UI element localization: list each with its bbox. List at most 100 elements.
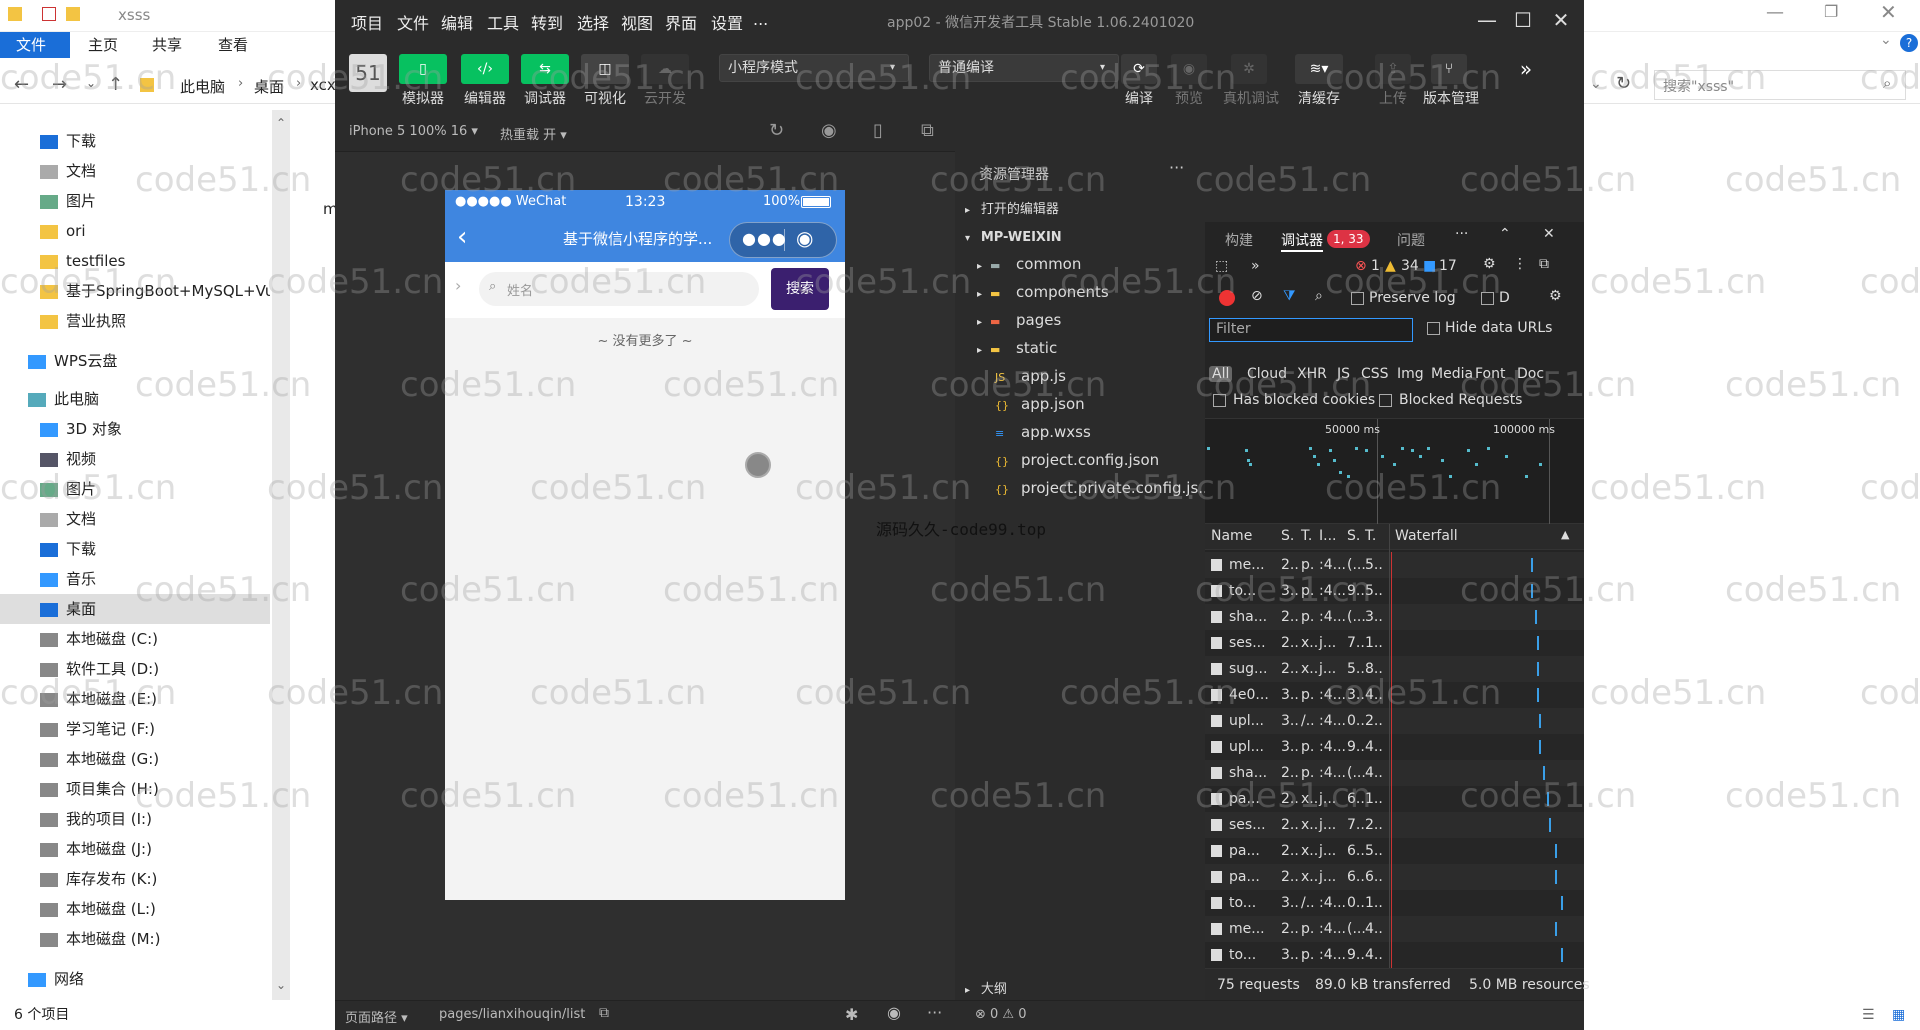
sidebar-item[interactable]: ori (0, 216, 270, 246)
refresh-icon[interactable]: ↻ (1616, 73, 1631, 94)
type-filter[interactable]: All (1209, 366, 1233, 382)
table-row[interactable]: to... 3.. p.:4... 9.. 5.. (1205, 578, 1584, 604)
problem-counts[interactable]: ⊗ 0 ⚠ 0 (975, 1007, 1027, 1022)
details-view-icon[interactable]: ☰ (1862, 1000, 1875, 1030)
rotate-icon[interactable]: ↻ (769, 120, 784, 141)
record-icon[interactable]: ◉ (821, 120, 837, 141)
col-status[interactable]: S. (1281, 528, 1294, 544)
project-section[interactable]: ▾ MP-WEIXIN (955, 222, 1062, 250)
more-options-icon[interactable]: ··· (927, 1003, 942, 1022)
restore-icon[interactable]: ❐ (1824, 2, 1838, 21)
sidebar-item[interactable]: 此电脑 (0, 384, 270, 414)
hot-reload-toggle[interactable]: 热重载 开 ▾ (500, 124, 567, 143)
chevron-down-icon[interactable]: ⌄ (1880, 32, 1892, 48)
menu-more[interactable]: ... (753, 10, 768, 29)
tree-item[interactable]: ▸ ▬ components (955, 278, 1109, 306)
table-row[interactable]: sha... 2.. p.:4... (... 3.. (1205, 604, 1584, 630)
chevron-up-icon[interactable]: ⌃ (1499, 226, 1511, 242)
tiles-view-icon[interactable]: ▦ (1892, 1000, 1905, 1030)
col-name[interactable]: Name (1211, 528, 1252, 544)
record-icon[interactable] (1219, 290, 1235, 306)
visual-icon[interactable]: ◫ (581, 54, 629, 84)
sidebar-item[interactable]: 文档 (0, 156, 270, 186)
table-row[interactable]: me... 2.. p.:4... (... 4.. (1205, 916, 1584, 942)
sidebar-item[interactable]: WPS云盘 (0, 346, 270, 376)
nav-scrollbar[interactable]: ⌃ ⌄ (272, 110, 290, 1000)
tree-item[interactable]: {} project.config.json (955, 446, 1159, 474)
up-arrow-icon[interactable]: ↑ (108, 74, 123, 95)
table-row[interactable]: 4e0... 3.. p.:4... 3.. 4.. (1205, 682, 1584, 708)
sidebar-item[interactable]: 本地磁盘 (G:) (0, 744, 270, 774)
close-icon[interactable]: ✕ (1541, 6, 1581, 34)
type-filter[interactable]: XHR (1297, 366, 1327, 382)
sidebar-item[interactable]: 音乐 (0, 564, 270, 594)
table-row[interactable]: me... 2.. p.:4... (... 5.. (1205, 552, 1584, 578)
sidebar-item[interactable]: 文档 (0, 504, 270, 534)
search-icon[interactable]: ⌕ (1883, 74, 1891, 92)
menu-edit[interactable]: 编辑 (441, 10, 473, 34)
breadcrumb-item[interactable]: 此电脑 (180, 76, 225, 97)
search-box[interactable]: 搜索"xsss" ⌕ (1654, 70, 1906, 100)
compile-icon[interactable]: ⟳ (1121, 54, 1157, 84)
col-type[interactable]: T. (1301, 528, 1312, 544)
clear-cache-icon[interactable]: ≋▾ (1295, 54, 1343, 84)
tree-item[interactable]: ▸ ▬ static (955, 334, 1057, 362)
remote-debug-icon[interactable]: ✲ (1231, 54, 1267, 84)
clear-cache-label[interactable]: 清缓存 (1289, 88, 1349, 108)
menu-interface[interactable]: 界面 (665, 10, 697, 34)
sidebar-item[interactable]: 本地磁盘 (E:) (0, 684, 270, 714)
blocked-cookies-checkbox[interactable] (1213, 394, 1226, 407)
page-path-select[interactable]: 页面路径 ▾ (345, 1007, 408, 1026)
editor-button-label[interactable]: 编辑器 (455, 88, 515, 108)
breadcrumb-item[interactable]: 桌面 (254, 76, 284, 97)
simulator-icon[interactable]: ▯ (399, 54, 447, 84)
type-filter[interactable]: Font (1475, 366, 1505, 382)
clear-icon[interactable]: ⊘ (1251, 288, 1263, 304)
scroll-down-icon[interactable]: ⌄ (276, 978, 286, 992)
disable-cache-checkbox[interactable] (1481, 292, 1494, 305)
tree-item[interactable]: {} app.json (955, 390, 1085, 418)
tab-build[interactable]: 构建 (1225, 230, 1253, 250)
type-filter[interactable]: Img (1397, 366, 1424, 382)
compile-select[interactable]: 普通编译 ▾ (929, 54, 1119, 82)
blocked-requests-checkbox[interactable] (1379, 394, 1392, 407)
table-row[interactable]: to... 3../..:4... 0.. 1.. (1205, 890, 1584, 916)
filter-icon[interactable]: ⧩ (1283, 288, 1296, 304)
table-row[interactable]: pa... 2.. x.. j... 6.. 1.. (1205, 786, 1584, 812)
sidebar-item[interactable]: 下载 (0, 126, 270, 156)
tab-file[interactable]: 文件 (0, 32, 70, 58)
eye-icon[interactable]: ◉ (887, 1003, 901, 1022)
tree-item[interactable]: ≡ app.wxss (955, 418, 1091, 446)
scroll-up-icon[interactable]: ⌃ (276, 116, 286, 130)
maximize-icon[interactable]: ☐ (1503, 6, 1543, 34)
table-row[interactable]: pa... 2.. x.. j... 6.. 5.. (1205, 838, 1584, 864)
warning-count[interactable]: 34 (1401, 258, 1419, 274)
outline-section[interactable]: ▸ 大纲 (955, 974, 1007, 1002)
table-row[interactable]: to... 3.. p.:4... 9.. 4.. (1205, 942, 1584, 968)
type-filter[interactable]: Doc (1517, 366, 1544, 382)
bug-icon[interactable]: ✱ (845, 1005, 858, 1024)
tab-issues[interactable]: 问题 (1397, 230, 1425, 250)
minimize-icon[interactable]: — (1766, 2, 1784, 23)
help-icon[interactable]: ? (1900, 34, 1918, 52)
type-filter[interactable]: Cloud (1247, 366, 1287, 382)
close-icon[interactable]: ✕ (1543, 226, 1555, 242)
back-arrow-icon[interactable]: ← (14, 74, 29, 95)
menu-file[interactable]: 文件 (397, 10, 429, 34)
network-timeline[interactable]: 50000 ms 100000 ms (1205, 418, 1584, 525)
more-chevron-icon[interactable]: » (1251, 258, 1260, 274)
upload-icon[interactable]: ⇪ (1375, 54, 1411, 84)
tree-item[interactable]: {} project.private.config.js... (955, 474, 1213, 502)
table-row[interactable]: upl... 3../..:4... 0.. 2.. (1205, 708, 1584, 734)
menu-goto[interactable]: 转到 (531, 10, 563, 34)
col-time[interactable]: T. (1365, 528, 1376, 544)
search-input[interactable]: ⌕ 姓名 (479, 272, 759, 306)
table-row[interactable]: ses... 2.. x.. j... 7.. 1.. (1205, 630, 1584, 656)
preserve-log-checkbox[interactable] (1351, 292, 1364, 305)
cloud-button-label[interactable]: 云开发 (635, 88, 695, 108)
copy-icon[interactable]: ⧉ (599, 1005, 609, 1021)
gear-icon[interactable]: ⚙ (1483, 256, 1496, 272)
sidebar-item[interactable]: testfiles (0, 246, 270, 276)
search-icon[interactable]: ⌕ (1315, 288, 1323, 304)
sidebar-item[interactable]: 项目集合 (H:) (0, 774, 270, 804)
